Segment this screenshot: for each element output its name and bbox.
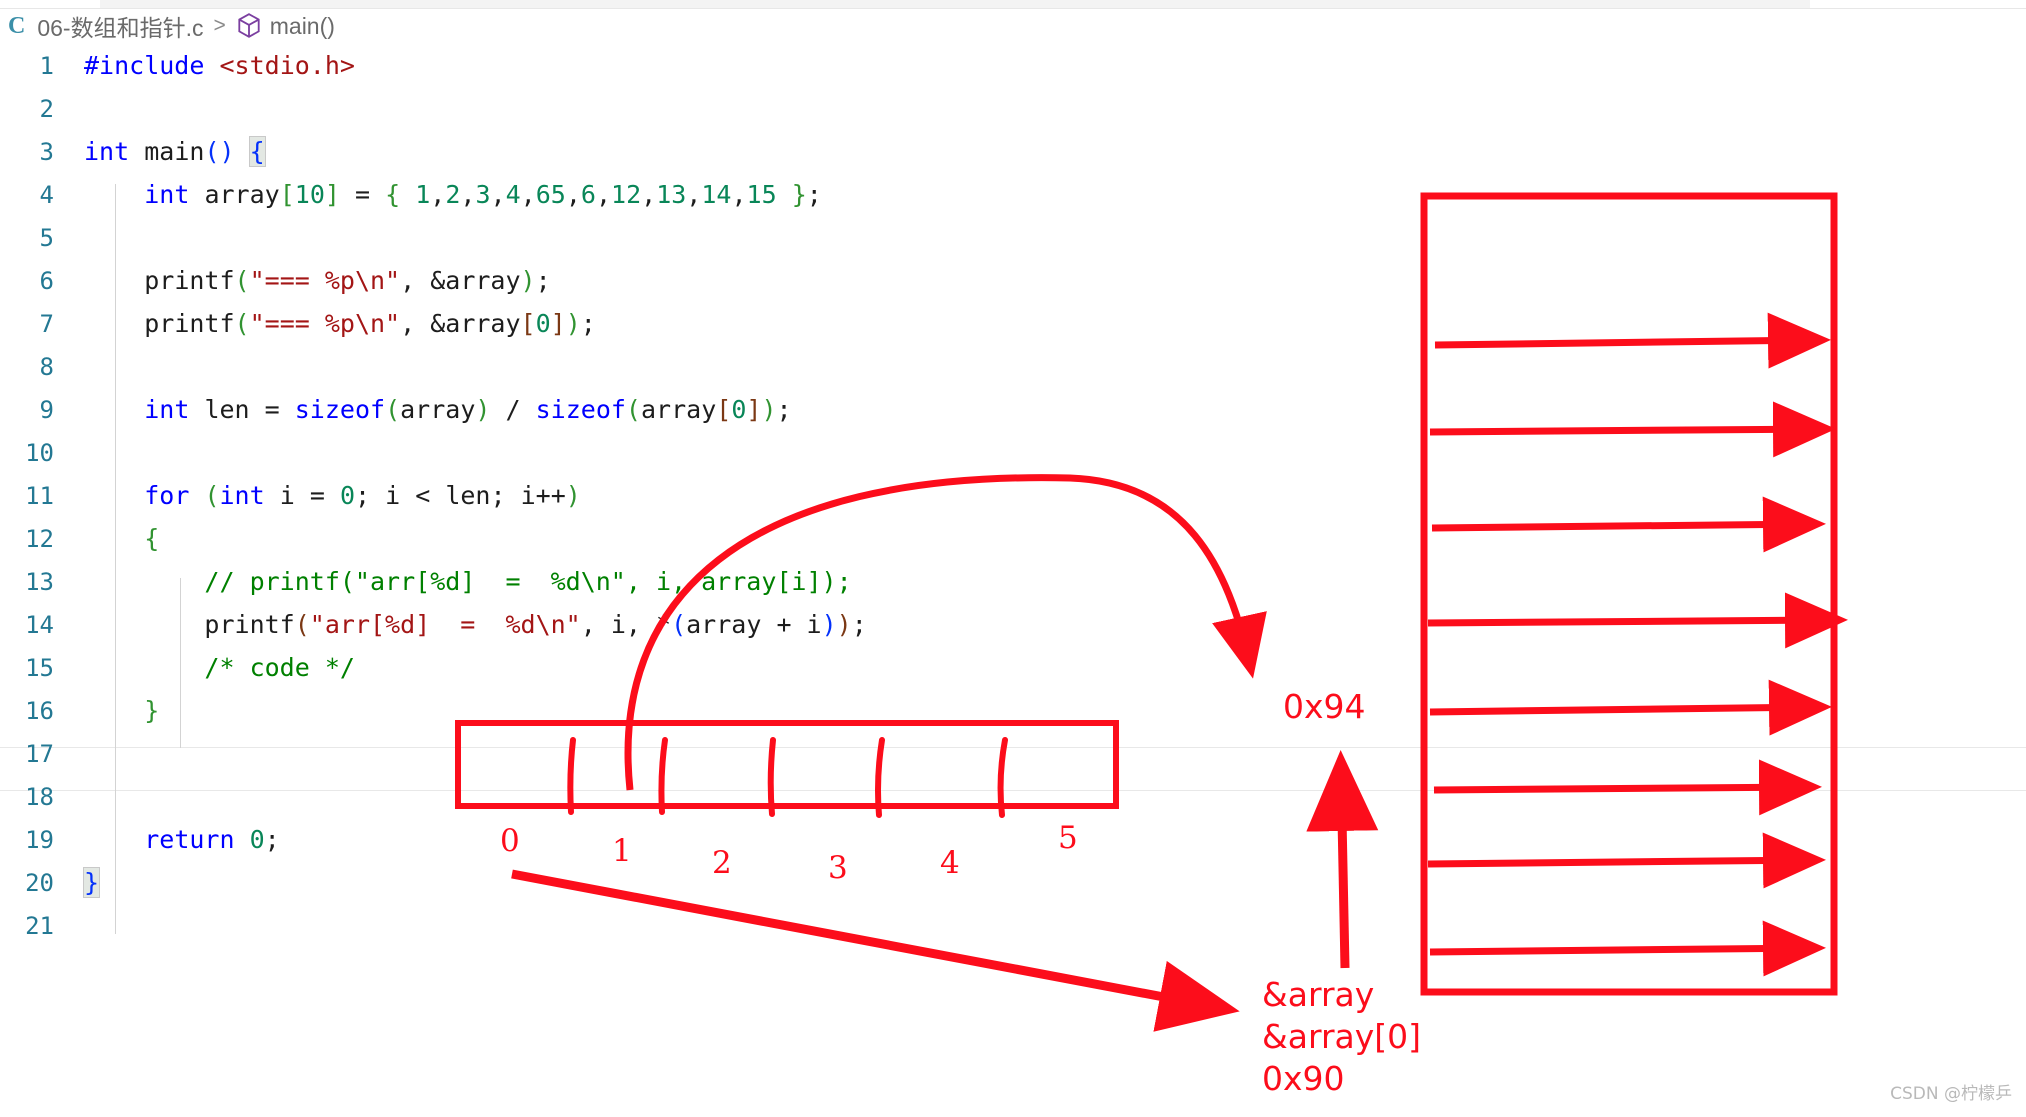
line-content[interactable]: return 0;: [84, 825, 280, 854]
line-number: 18: [25, 782, 54, 811]
line-number: 12: [25, 524, 54, 553]
line-content[interactable]: int array[10] = { 1,2,3,4,65,6,12,13,14,…: [84, 180, 822, 209]
line-content[interactable]: int len = sizeof(array) / sizeof(array[0…: [84, 395, 791, 424]
code-line[interactable]: 17: [0, 732, 2026, 775]
code-line[interactable]: 3 int main() {: [0, 130, 2026, 173]
line-content[interactable]: {: [84, 524, 159, 553]
code-line[interactable]: 18: [0, 775, 2026, 818]
code-line[interactable]: 10: [0, 431, 2026, 474]
code-line[interactable]: 6 printf("=== %p\n", &array);: [0, 259, 2026, 302]
top-strip-left-segment: [0, 0, 100, 8]
line-number: 6: [39, 266, 54, 295]
breadcrumb-symbol-name[interactable]: main(): [270, 13, 335, 40]
line-content[interactable]: /* code */: [84, 653, 355, 682]
line-number: 14: [25, 610, 54, 639]
line-content[interactable]: // printf("arr[%d] = %d\n", i, array[i])…: [84, 567, 851, 596]
code-line[interactable]: 9 int len = sizeof(array) / sizeof(array…: [0, 388, 2026, 431]
breadcrumb-separator-icon: >: [213, 14, 226, 37]
code-line[interactable]: 14 printf("arr[%d] = %d\n", i, *(array +…: [0, 603, 2026, 646]
line-content[interactable]: printf("=== %p\n", &array);: [84, 266, 550, 295]
code-line[interactable]: 19 return 0;: [0, 818, 2026, 861]
line-number: 7: [39, 309, 54, 338]
code-line[interactable]: 11 for (int i = 0; i < len; i++): [0, 474, 2026, 517]
line-number: 9: [39, 395, 54, 424]
top-strip-right-segment: [1810, 0, 2026, 8]
code-line[interactable]: 1 #include <stdio.h>: [0, 44, 2026, 87]
line-content[interactable]: for (int i = 0; i < len; i++): [84, 481, 581, 510]
line-content[interactable]: #include <stdio.h>: [84, 51, 355, 80]
cube-icon: [236, 12, 262, 40]
code-line[interactable]: 8: [0, 345, 2026, 388]
code-line[interactable]: 5: [0, 216, 2026, 259]
line-number: 20: [25, 868, 54, 897]
breadcrumb-file-name[interactable]: 06-数组和指针.c: [37, 9, 203, 43]
code-line[interactable]: 2: [0, 87, 2026, 130]
code-editor[interactable]: 1 #include <stdio.h> 2 3 int main() { 4 …: [0, 44, 2026, 1112]
line-content[interactable]: int main() {: [84, 136, 266, 167]
line-number: 8: [39, 352, 54, 381]
line-content[interactable]: printf("=== %p\n", &array[0]);: [84, 309, 596, 338]
line-number: 13: [25, 567, 54, 596]
code-line[interactable]: 16 }: [0, 689, 2026, 732]
line-number: 3: [39, 137, 54, 166]
line-number: 10: [25, 438, 54, 467]
line-number: 17: [25, 739, 54, 768]
line-number: 4: [39, 180, 54, 209]
code-line[interactable]: 4 int array[10] = { 1,2,3,4,65,6,12,13,1…: [0, 173, 2026, 216]
c-language-icon: C: [8, 12, 26, 39]
code-line[interactable]: 20 }: [0, 861, 2026, 904]
line-number: 15: [25, 653, 54, 682]
line-number: 16: [25, 696, 54, 725]
line-content[interactable]: }: [82, 867, 101, 898]
line-number: 5: [39, 223, 54, 252]
line-number: 2: [39, 94, 54, 123]
line-number: 21: [25, 911, 54, 940]
code-line[interactable]: 15 /* code */: [0, 646, 2026, 689]
code-line[interactable]: 7 printf("=== %p\n", &array[0]);: [0, 302, 2026, 345]
breadcrumb[interactable]: C 06-数组和指针.c > main(): [0, 8, 2026, 44]
code-line[interactable]: 12 {: [0, 517, 2026, 560]
line-content[interactable]: printf("arr[%d] = %d\n", i, *(array + i)…: [84, 610, 866, 639]
code-line[interactable]: 13 // printf("arr[%d] = %d\n", i, array[…: [0, 560, 2026, 603]
code-line[interactable]: 21: [0, 904, 2026, 947]
line-number: 19: [25, 825, 54, 854]
watermark: CSDN @柠檬乒: [1890, 1084, 2012, 1104]
line-number: 11: [25, 481, 54, 510]
line-number: 1: [39, 51, 54, 80]
line-content[interactable]: }: [84, 696, 159, 725]
